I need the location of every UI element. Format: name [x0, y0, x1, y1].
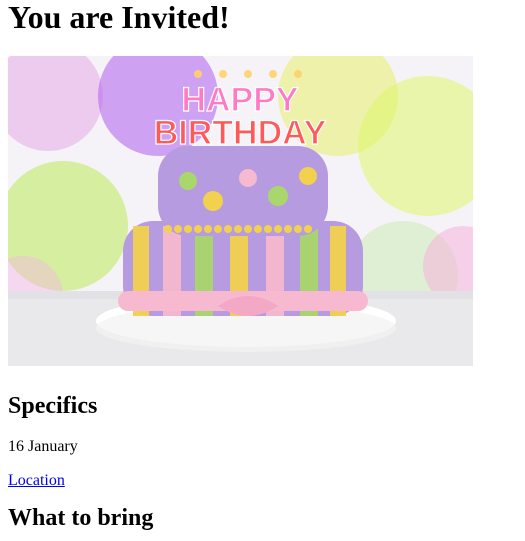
page-title: You are Invited!: [8, 0, 230, 35]
birthday-cake-image: HAPPY BIRTHDAY: [8, 56, 473, 366]
event-date: 16 January: [8, 438, 78, 455]
location-link[interactable]: Location: [8, 472, 65, 490]
cake-top-tier: [158, 146, 328, 236]
candles-birthday-text: BIRTHDAY: [154, 114, 327, 152]
section-heading-specifics: Specifics: [8, 393, 98, 419]
section-heading-what-to-bring: What to bring: [8, 505, 154, 531]
page: You are Invited! HAPPY BIRTHDAY Specific…: [0, 0, 525, 532]
